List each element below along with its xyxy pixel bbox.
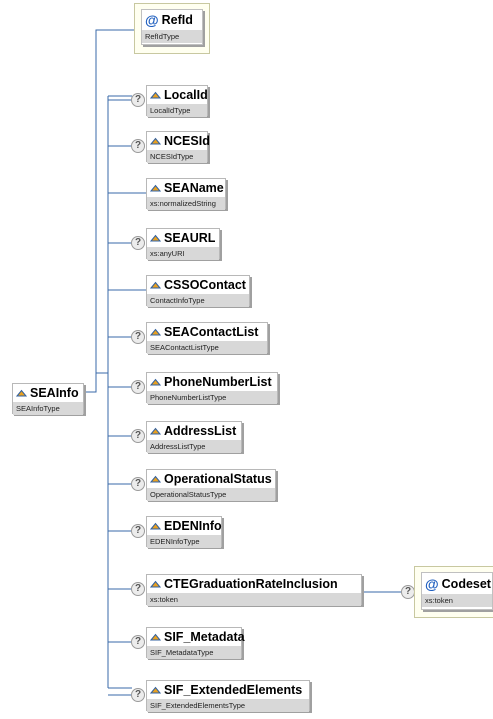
element-icon — [150, 184, 161, 191]
attribute-refid-name-row: @ RefId — [142, 10, 202, 30]
element-icon — [150, 686, 161, 693]
element-name-row: SIF_ExtendedElements — [147, 681, 309, 699]
question-mark-icon: ? — [131, 688, 145, 702]
attribute-codeset[interactable]: @ Codeset xs:token — [414, 566, 493, 618]
element-seacontactlist[interactable]: SEAContactList SEAContactListType — [146, 322, 268, 354]
element-name: SEAName — [164, 181, 224, 195]
element-type: EDENInfoType — [147, 535, 221, 548]
element-name-row: CSSOContact — [147, 276, 249, 294]
element-name: EDENInfo — [164, 519, 222, 533]
attribute-codeset-box: @ Codeset xs:token — [421, 572, 493, 610]
question-mark-icon: ? — [131, 330, 145, 344]
element-name-row: SEAURL — [147, 229, 219, 247]
attribute-refid-type: RefIdType — [142, 30, 202, 43]
element-name: SEAContactList — [164, 325, 259, 339]
attribute-codeset-name: Codeset — [441, 576, 491, 591]
element-icon — [150, 137, 161, 144]
question-mark-icon: ? — [131, 582, 145, 596]
question-mark-icon: ? — [131, 380, 145, 394]
element-sif-metadata[interactable]: SIF_Metadata SIF_MetadataType — [146, 627, 245, 659]
attribute-codeset-name-row: @ Codeset — [422, 573, 492, 594]
element-icon — [150, 580, 161, 587]
element-name: AddressList — [164, 424, 237, 438]
element-addresslist[interactable]: AddressList AddressListType — [146, 421, 242, 453]
attribute-refid-name: RefId — [161, 13, 193, 27]
element-type: SIF_MetadataType — [147, 646, 241, 659]
element-name: SEAURL — [164, 231, 216, 245]
attribute-refid-box: @ RefId RefIdType — [141, 9, 203, 45]
question-mark-icon: ? — [131, 236, 145, 250]
element-name: CTEGraduationRateInclusion — [164, 577, 338, 591]
question-mark-icon: ? — [131, 635, 145, 649]
element-name: SIF_ExtendedElements — [164, 683, 303, 697]
element-name: SIF_Metadata — [164, 630, 245, 644]
element-name: LocalId — [164, 88, 208, 102]
element-icon — [150, 378, 161, 385]
element-operationalstatus[interactable]: OperationalStatus OperationalStatusType — [146, 469, 276, 501]
element-name-row: OperationalStatus — [147, 470, 275, 488]
element-icon — [150, 281, 161, 288]
element-name-row: CTEGraduationRateInclusion — [147, 575, 361, 593]
element-type: OperationalStatusType — [147, 488, 275, 501]
element-sif-extendedelements[interactable]: SIF_ExtendedElements SIF_ExtendedElements… — [146, 680, 310, 712]
root-type: SEAInfoType — [13, 402, 83, 415]
element-icon — [150, 328, 161, 335]
element-name-row: SIF_Metadata — [147, 628, 245, 646]
element-name-row: SEAContactList — [147, 323, 267, 341]
element-edeninfo[interactable]: EDENInfo EDENInfoType — [146, 516, 222, 548]
element-type: xs:token — [147, 593, 361, 606]
element-type: ContactInfoType — [147, 294, 249, 307]
attribute-at-icon: @ — [145, 12, 159, 28]
root-name: SEAInfo — [30, 386, 79, 400]
element-icon — [150, 234, 161, 241]
element-name-row: NCESId — [147, 132, 210, 150]
element-type: PhoneNumberListType — [147, 391, 277, 404]
element-name-row: LocalId — [147, 86, 208, 104]
element-name: NCESId — [164, 134, 210, 148]
element-type: xs:normalizedString — [147, 197, 225, 210]
element-type: SIF_ExtendedElementsType — [147, 699, 309, 712]
element-seaurl[interactable]: SEAURL xs:anyURI — [146, 228, 220, 260]
question-mark-icon: ? — [131, 429, 145, 443]
element-type: SEAContactListType — [147, 341, 267, 354]
element-name: CSSOContact — [164, 278, 246, 292]
element-name-row: EDENInfo — [147, 517, 222, 535]
root-name-row: SEAInfo — [13, 384, 83, 402]
attribute-refid[interactable]: @ RefId RefIdType — [134, 3, 210, 54]
element-type: NCESIdType — [147, 150, 207, 163]
element-name: PhoneNumberList — [164, 375, 272, 389]
element-icon — [150, 91, 161, 98]
element-icon — [150, 522, 161, 529]
element-ncesid[interactable]: NCESId NCESIdType — [146, 131, 210, 163]
question-mark-icon: ? — [131, 139, 145, 153]
element-name: OperationalStatus — [164, 472, 272, 486]
element-name-row: PhoneNumberList — [147, 373, 277, 391]
element-cssocontact[interactable]: CSSOContact ContactInfoType — [146, 275, 250, 307]
element-ctegraduationrateinclusion[interactable]: CTEGraduationRateInclusion xs:token — [146, 574, 362, 606]
element-type: xs:anyURI — [147, 247, 219, 260]
element-icon — [150, 427, 161, 434]
question-mark-icon: ? — [131, 524, 145, 538]
element-icon — [150, 633, 161, 640]
element-name-row: AddressList — [147, 422, 241, 440]
element-localid[interactable]: LocalId LocalIdType — [146, 85, 208, 117]
element-phonenumberlist[interactable]: PhoneNumberList PhoneNumberListType — [146, 372, 278, 404]
element-name-row: SEAName — [147, 179, 225, 197]
element-icon — [16, 389, 27, 396]
question-mark-icon: ? — [131, 93, 145, 107]
root-element-seainfo[interactable]: SEAInfo SEAInfoType — [12, 383, 84, 415]
element-type: LocalIdType — [147, 104, 207, 117]
question-mark-icon: ? — [401, 585, 415, 599]
attribute-at-icon: @ — [425, 575, 439, 592]
element-type: AddressListType — [147, 440, 241, 453]
attribute-codeset-type: xs:token — [422, 594, 492, 607]
element-icon — [150, 475, 161, 482]
question-mark-icon: ? — [131, 477, 145, 491]
element-seaname[interactable]: SEAName xs:normalizedString — [146, 178, 226, 210]
